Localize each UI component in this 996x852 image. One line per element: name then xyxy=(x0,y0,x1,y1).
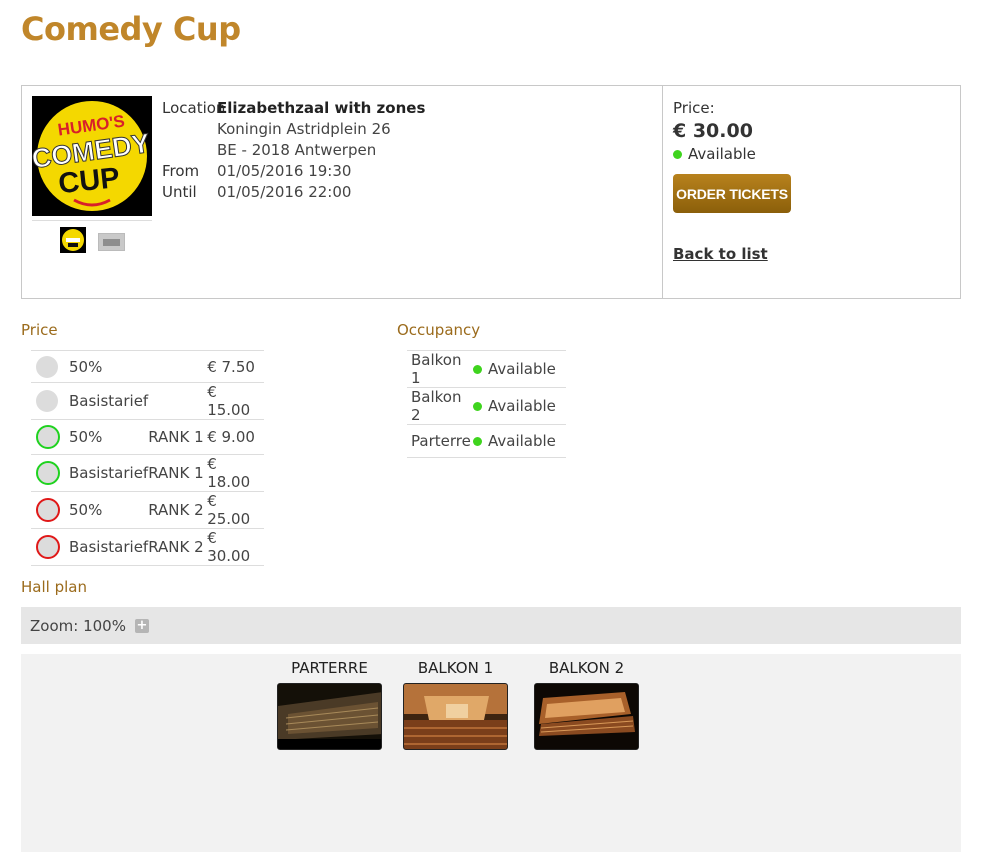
zoom-in-icon[interactable]: + xyxy=(134,618,149,633)
address-line-2: BE - 2018 Antwerpen xyxy=(217,141,377,159)
hall-zone-parterre-image[interactable] xyxy=(277,683,382,750)
thumbnail-hall-photo[interactable] xyxy=(98,233,125,251)
price-name: Basistarief xyxy=(69,454,149,492)
price-amount: € 7.50 xyxy=(207,350,264,383)
occupancy-zone: Balkon 1 xyxy=(407,350,473,388)
available-dot-icon xyxy=(473,401,482,411)
price-indicator-grey-icon xyxy=(36,355,58,378)
price-rank: RANK 2 xyxy=(148,528,208,566)
zoom-level-text: Zoom: 100% xyxy=(30,616,126,635)
price-row[interactable]: Basistarief RANK 1 € 18.00 xyxy=(31,454,264,492)
price-indicator-green-icon xyxy=(36,425,60,449)
purchase-section: Price: € 30.00 Available ORDER TICKETS B… xyxy=(673,98,953,263)
price-indicator-red-icon xyxy=(36,498,60,522)
from-label: From xyxy=(162,162,200,180)
hall-zone-label: PARTERRE xyxy=(291,659,368,677)
price-name: Basistarief xyxy=(69,528,149,566)
occupancy-zone: Balkon 2 xyxy=(407,387,473,425)
price-row[interactable]: Basistarief € 15.00 xyxy=(31,382,264,420)
price-row[interactable]: 50% € 7.50 xyxy=(31,350,264,383)
price-table: 50% € 7.50 Basistarief € 15.00 50% RANK … xyxy=(31,350,264,566)
price-indicator-grey-icon xyxy=(36,390,58,412)
price-row[interactable]: Basistarief RANK 2 € 30.00 xyxy=(31,528,264,566)
hall-zone-label: BALKON 1 xyxy=(417,659,494,677)
poster-thumbnails xyxy=(32,220,152,256)
price-name: Basistarief xyxy=(69,382,149,420)
event-details-section: HUMO'S COMEDY CUP Location Elizabethzaal xyxy=(22,86,663,298)
price-name: 50% xyxy=(69,419,149,455)
address-line-1: Koningin Astridplein 26 xyxy=(217,120,391,138)
price-value: € 30.00 xyxy=(673,120,753,142)
until-label: Until xyxy=(162,183,197,201)
price-rank: RANK 2 xyxy=(148,491,208,529)
availability-status: Available xyxy=(673,144,953,164)
price-amount: € 18.00 xyxy=(207,454,264,492)
price-label: Price: xyxy=(673,99,715,117)
venue-name: Elizabethzaal with zones xyxy=(217,99,426,117)
occupancy-row: Balkon 1 Available xyxy=(407,350,566,388)
location-label: Location xyxy=(162,99,226,117)
hall-zone-balkon-2-image[interactable] xyxy=(534,683,639,750)
occupancy-status: Available xyxy=(488,397,556,415)
price-rank xyxy=(148,350,208,383)
price-indicator-green-icon xyxy=(36,461,60,485)
price-amount: € 25.00 xyxy=(207,491,264,529)
price-name: 50% xyxy=(69,491,149,529)
price-indicator-red-icon xyxy=(36,535,60,559)
poster-text-cup: CUP xyxy=(57,162,121,200)
hall-plan-section-title: Hall plan xyxy=(21,578,87,596)
hall-zone-balkon-1-image[interactable] xyxy=(403,683,508,750)
availability-text: Available xyxy=(688,145,756,163)
event-poster-image[interactable]: HUMO'S COMEDY CUP xyxy=(32,96,152,216)
zoom-toolbar: Zoom: 100% + xyxy=(21,607,961,644)
hall-zone-label: BALKON 2 xyxy=(548,659,625,677)
order-tickets-button[interactable]: ORDER TICKETS xyxy=(673,174,791,213)
occupancy-row: Parterre Available xyxy=(407,424,566,458)
price-rank: RANK 1 xyxy=(148,419,208,455)
price-rank xyxy=(148,382,208,420)
hall-plan-area: PARTERRE BALKON 1 BALKON 2 xyxy=(21,654,961,852)
price-section-title: Price xyxy=(21,321,58,339)
available-dot-icon xyxy=(473,436,482,446)
thumbnail-poster[interactable] xyxy=(60,227,86,253)
price-row[interactable]: 50% RANK 1 € 9.00 xyxy=(31,419,264,455)
occupancy-section-title: Occupancy xyxy=(397,321,481,339)
hall-zone-parterre[interactable]: PARTERRE xyxy=(277,658,382,750)
price-amount: € 9.00 xyxy=(207,419,264,455)
back-to-list-link[interactable]: Back to list xyxy=(673,245,768,263)
available-dot-icon xyxy=(673,149,682,159)
price-rank: RANK 1 xyxy=(148,454,208,492)
price-amount: € 15.00 xyxy=(207,382,264,420)
available-dot-icon xyxy=(473,364,482,374)
occupancy-zone: Parterre xyxy=(407,424,473,458)
occupancy-row: Balkon 2 Available xyxy=(407,387,566,425)
occupancy-table: Balkon 1 Available Balkon 2 Available Pa… xyxy=(407,350,566,458)
from-value: 01/05/2016 19:30 xyxy=(217,162,352,180)
price-amount: € 30.00 xyxy=(207,528,264,566)
until-value: 01/05/2016 22:00 xyxy=(217,183,352,201)
hall-zone-balkon-1[interactable]: BALKON 1 xyxy=(403,658,508,750)
event-info-panel: HUMO'S COMEDY CUP Location Elizabethzaal xyxy=(21,85,961,299)
price-row[interactable]: 50% RANK 2 € 25.00 xyxy=(31,491,264,529)
page-title: Comedy Cup xyxy=(21,10,241,48)
occupancy-status: Available xyxy=(488,360,556,378)
occupancy-status: Available xyxy=(488,432,556,450)
hall-zone-balkon-2[interactable]: BALKON 2 xyxy=(534,658,639,750)
price-name: 50% xyxy=(69,350,149,383)
event-details: Location Elizabethzaal with zones Koning… xyxy=(162,98,425,203)
